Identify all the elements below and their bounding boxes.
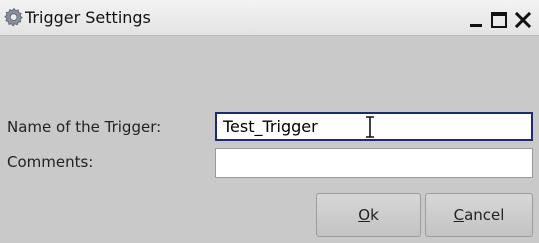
minimize-icon xyxy=(470,24,482,27)
trigger-name-label: Name of the Trigger: xyxy=(7,118,162,136)
gear-icon xyxy=(4,7,24,27)
ok-button-label: Ok xyxy=(358,206,379,224)
text-cursor-icon xyxy=(366,116,374,138)
ok-button[interactable]: Ok xyxy=(316,193,421,237)
close-icon xyxy=(514,11,532,29)
cancel-button-label: Cancel xyxy=(453,206,505,224)
title-bar[interactable]: Trigger Settings xyxy=(0,0,539,36)
cancel-button[interactable]: Cancel xyxy=(425,193,533,237)
window-title: Trigger Settings xyxy=(25,8,151,27)
maximize-icon xyxy=(491,12,507,28)
comments-input[interactable] xyxy=(215,148,533,178)
maximize-button[interactable] xyxy=(489,10,509,30)
close-button[interactable] xyxy=(512,10,534,30)
comments-label: Comments: xyxy=(7,153,94,171)
minimize-button[interactable] xyxy=(466,10,486,30)
